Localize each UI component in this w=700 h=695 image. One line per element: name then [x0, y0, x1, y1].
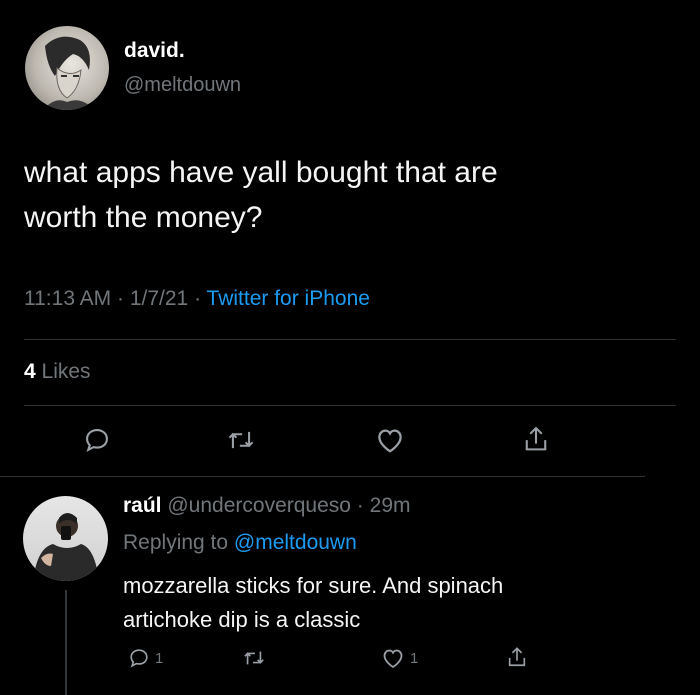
like-count: 1 [410, 649, 419, 667]
likes-count: 4 [24, 360, 36, 383]
display-name[interactable]: david. [124, 39, 185, 63]
divider [0, 476, 645, 477]
likes-label: Likes [41, 360, 91, 383]
reply-handle[interactable]: @undercoverqueso [167, 494, 351, 517]
tweet-date[interactable]: 1/7/21 [130, 287, 188, 310]
reply-button[interactable] [83, 426, 111, 454]
tweet-text-line-1: what apps have yall bought that are [24, 156, 498, 189]
reply-like-button[interactable]: 1 [381, 647, 418, 669]
tweet-text: what apps have yall bought that are wort… [24, 150, 498, 240]
thread-line [65, 590, 67, 695]
reply-reply-button[interactable]: 1 [128, 647, 163, 669]
tweet-text-line-2: worth the money? [24, 201, 263, 234]
reply-text-line-1: mozzarella sticks for sure. And spinach [123, 573, 504, 598]
like-icon [378, 429, 402, 453]
reply-display-name[interactable]: raúl [123, 494, 162, 517]
retweet-button[interactable] [226, 426, 256, 454]
likes-stat[interactable]: 4 Likes [24, 360, 91, 384]
reply-count: 1 [155, 649, 164, 667]
share-icon [508, 647, 526, 667]
reply-header: raúl @undercoverqueso · 29m [123, 494, 411, 517]
divider [24, 405, 676, 406]
reply-avatar[interactable] [23, 496, 108, 581]
reply-retweet-button[interactable] [242, 647, 266, 669]
reply-text-line-2: artichoke dip is a classic [123, 607, 361, 632]
reply-icon [86, 429, 108, 453]
retweet-icon [228, 431, 254, 449]
tweet-time[interactable]: 11:13 AM [24, 287, 111, 310]
like-button[interactable] [375, 426, 405, 454]
tweet-source[interactable]: Twitter for iPhone [207, 287, 370, 310]
replying-handle[interactable]: @meltdouwn [234, 531, 357, 554]
replying-label: Replying to [123, 531, 229, 554]
reply-age[interactable]: 29m [370, 494, 411, 517]
handle[interactable]: @meltdouwn [124, 74, 241, 97]
timestamp-row: 11:13 AM · 1/7/21 · Twitter for iPhone [24, 287, 370, 310]
replying-to: Replying to @meltdouwn [123, 531, 357, 555]
share-icon [525, 426, 547, 451]
avatar[interactable] [25, 26, 109, 110]
reply-share-button[interactable] [506, 645, 528, 669]
divider [24, 339, 676, 340]
like-icon [383, 649, 403, 669]
retweet-icon [244, 651, 264, 665]
reply-icon [130, 649, 148, 668]
reply-text: mozzarella sticks for sure. And spinach … [123, 569, 503, 637]
share-button[interactable] [522, 424, 550, 454]
